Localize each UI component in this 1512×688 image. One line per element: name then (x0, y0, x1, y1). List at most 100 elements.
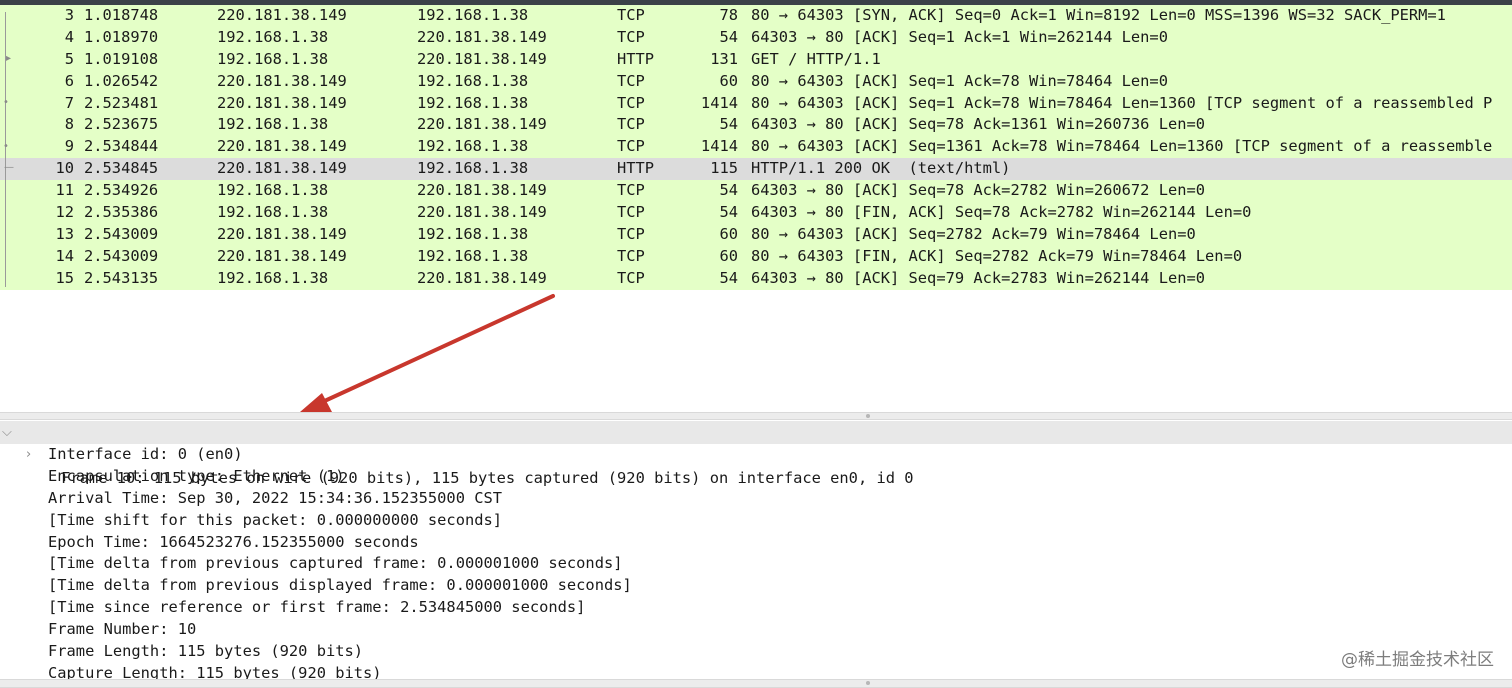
packet-protocol: HTTP (617, 49, 655, 68)
packet-row[interactable]: 10 2.534845 220.181.38.149 192.168.1.38 HTTP… (0, 158, 1512, 181)
packet-destination: 192.168.1.38 (417, 159, 529, 178)
frame-field-row[interactable]: Frame Length: 115 bytes (920 bits) (0, 641, 1512, 663)
packet-destination: 192.168.1.38 (417, 93, 529, 112)
packet-row[interactable]: 14 2.543009 220.181.38.149 192.168.1.38 TCP 6… (0, 245, 1512, 268)
packet-details-pane[interactable]: ⌵ Frame 10: 115 bytes on wire (920 bits)… (0, 421, 1512, 679)
packet-row[interactable]: 6 1.026542 220.181.38.149 192.168.1.38 TCP 60… (0, 70, 1512, 93)
packet-protocol: TCP (617, 93, 645, 112)
packet-protocol: TCP (617, 203, 645, 222)
packet-source: 220.181.38.149 (217, 93, 347, 112)
packet-time: 2.543009 (84, 224, 159, 243)
frame-field-text: Interface id: 0 (en0) (48, 445, 243, 463)
frame-field-row[interactable]: Frame Number: 10 (0, 619, 1512, 641)
packet-row[interactable]: 3 1.018748 220.181.38.149 192.168.1.38 TCP 78… (0, 5, 1512, 27)
packet-time: 1.018748 (84, 6, 159, 24)
packet-length: 60 (719, 71, 738, 90)
related-packet-dot-icon: • (3, 141, 9, 152)
frame-field-row[interactable]: Epoch Time: 1664523276.152355000 seconds (0, 532, 1512, 554)
packet-length: 78 (719, 6, 738, 24)
packet-row[interactable]: 7 2.523481 220.181.38.149 192.168.1.38 TCP 14… (0, 92, 1512, 115)
packet-protocol: TCP (617, 246, 645, 265)
packet-time: 2.523481 (84, 93, 159, 112)
chevron-down-icon[interactable]: ⌵ (2, 421, 12, 444)
packet-info: 80 → 64303 [ACK] Seq=1 Ack=78 Win=78464 … (751, 71, 1168, 90)
frame-field-row[interactable]: [Time delta from previous displayed fram… (0, 575, 1512, 597)
packet-no: 11 (55, 181, 74, 200)
packet-time: 2.543009 (84, 246, 159, 265)
packet-source: 192.168.1.38 (217, 203, 329, 222)
packet-protocol: TCP (617, 71, 645, 90)
packet-time: 2.534844 (84, 137, 159, 156)
packet-time: 2.543135 (84, 268, 159, 287)
frame-field-row[interactable]: Encapsulation type: Ethernet (1) (0, 466, 1512, 488)
pane-splitter[interactable] (0, 412, 1512, 420)
packet-length: 54 (719, 181, 738, 200)
packet-protocol: TCP (617, 137, 645, 156)
frame-field-text: [Time delta from previous displayed fram… (48, 576, 632, 595)
packet-time: 2.534926 (84, 181, 159, 200)
packet-row[interactable]: 5 1.019108 192.168.1.38 220.181.38.149 HTTP 1… (0, 48, 1512, 71)
frame-field-text: [Time since reference or first frame: 2.… (48, 598, 586, 617)
frame-field-text: Arrival Time: Sep 30, 2022 15:34:36.1523… (48, 488, 503, 507)
packet-destination: 192.168.1.38 (417, 71, 529, 90)
packet-source: 220.181.38.149 (217, 71, 347, 90)
frame-field-row[interactable]: Capture Length: 115 bytes (920 bits) (0, 663, 1512, 679)
packet-row[interactable]: 13 2.543009 220.181.38.149 192.168.1.38 TCP 6… (0, 223, 1512, 246)
packet-time: 2.535386 (84, 203, 159, 222)
packet-info: 64303 → 80 [ACK] Seq=78 Ack=1361 Win=260… (751, 115, 1206, 134)
packet-list[interactable]: 3 1.018748 220.181.38.149 192.168.1.38 TCP 78… (0, 5, 1512, 291)
packet-info: 80 → 64303 [FIN, ACK] Seq=2782 Ack=79 Wi… (751, 246, 1243, 265)
request-marker-icon: ▸ (6, 53, 12, 64)
frame-field-text: [Time delta from previous captured frame… (48, 554, 623, 573)
packet-source: 192.168.1.38 (217, 115, 329, 134)
packet-protocol: HTTP (617, 159, 655, 178)
pane-splitter-bottom[interactable] (0, 679, 1512, 688)
packet-row[interactable]: 12 2.535386 192.168.1.38 220.181.38.149 TCP 5… (0, 202, 1512, 224)
packet-row[interactable]: 15 2.543135 192.168.1.38 220.181.38.149 TCP 5… (0, 267, 1512, 290)
packet-info: 80 → 64303 [ACK] Seq=2782 Ack=79 Win=784… (751, 224, 1196, 243)
frame-field-row[interactable]: [Time shift for this packet: 0.000000000… (0, 510, 1512, 532)
frame-field-row[interactable]: [Time delta from previous captured frame… (0, 553, 1512, 575)
packet-no: 13 (55, 224, 74, 243)
packet-destination: 192.168.1.38 (417, 224, 529, 243)
packet-row[interactable]: 9 2.534844 220.181.38.149 192.168.1.38 TCP 14… (0, 136, 1512, 159)
packet-row[interactable]: 8 2.523675 192.168.1.38 220.181.38.149 TCP 54… (0, 114, 1512, 137)
frame-fields: › Interface id: 0 (en0) Encapsulation type… (0, 444, 1512, 679)
packet-length: 54 (719, 203, 738, 222)
packet-info: 80 → 64303 [ACK] Seq=1 Ack=78 Win=78464 … (751, 93, 1493, 112)
frame-field-row[interactable]: › Interface id: 0 (en0) (0, 444, 1512, 466)
packet-row[interactable]: 11 2.534926 192.168.1.38 220.181.38.149 TCP 5… (0, 180, 1512, 203)
packet-source: 220.181.38.149 (217, 6, 347, 24)
packet-protocol: TCP (617, 115, 645, 134)
packet-destination: 192.168.1.38 (417, 6, 529, 24)
packet-no: 15 (55, 268, 74, 287)
packet-destination: 192.168.1.38 (417, 246, 529, 265)
packet-list-empty-area[interactable] (0, 291, 1512, 412)
packet-source: 220.181.38.149 (217, 159, 347, 178)
frame-field-text: Capture Length: 115 bytes (920 bits) (48, 663, 382, 679)
packet-destination: 220.181.38.149 (417, 268, 547, 287)
packet-destination: 220.181.38.149 (417, 27, 547, 46)
response-marker-icon: — (4, 162, 14, 173)
packet-info: 64303 → 80 [ACK] Seq=78 Ack=2782 Win=260… (751, 181, 1206, 200)
frame-field-text: Epoch Time: 1664523276.152355000 seconds (48, 532, 419, 551)
packet-length: 60 (719, 246, 738, 265)
packet-row[interactable]: 4 1.018970 192.168.1.38 220.181.38.149 TCP 54… (0, 26, 1512, 49)
packet-source: 220.181.38.149 (217, 246, 347, 265)
chevron-right-icon[interactable]: › (26, 444, 31, 466)
packet-source: 220.181.38.149 (217, 137, 347, 156)
packet-length: 60 (719, 224, 738, 243)
packet-length: 131 (710, 49, 738, 68)
frame-tree-header[interactable]: ⌵ Frame 10: 115 bytes on wire (920 bits)… (0, 421, 1512, 487)
frame-field-text: Frame Length: 115 bytes (920 bits) (48, 642, 364, 661)
related-packet-dot-icon: • (3, 97, 9, 108)
packet-no: 8 (64, 115, 74, 134)
splitter-grip-icon[interactable] (866, 414, 870, 418)
packet-protocol: TCP (617, 268, 645, 287)
packet-no: 9 (64, 137, 74, 156)
frame-field-row[interactable]: [Time since reference or first frame: 2.… (0, 597, 1512, 619)
splitter-grip-icon[interactable] (866, 681, 870, 685)
frame-field-row[interactable]: Arrival Time: Sep 30, 2022 15:34:36.1523… (0, 488, 1512, 510)
packet-length: 54 (719, 27, 738, 46)
packet-protocol: TCP (617, 6, 645, 24)
